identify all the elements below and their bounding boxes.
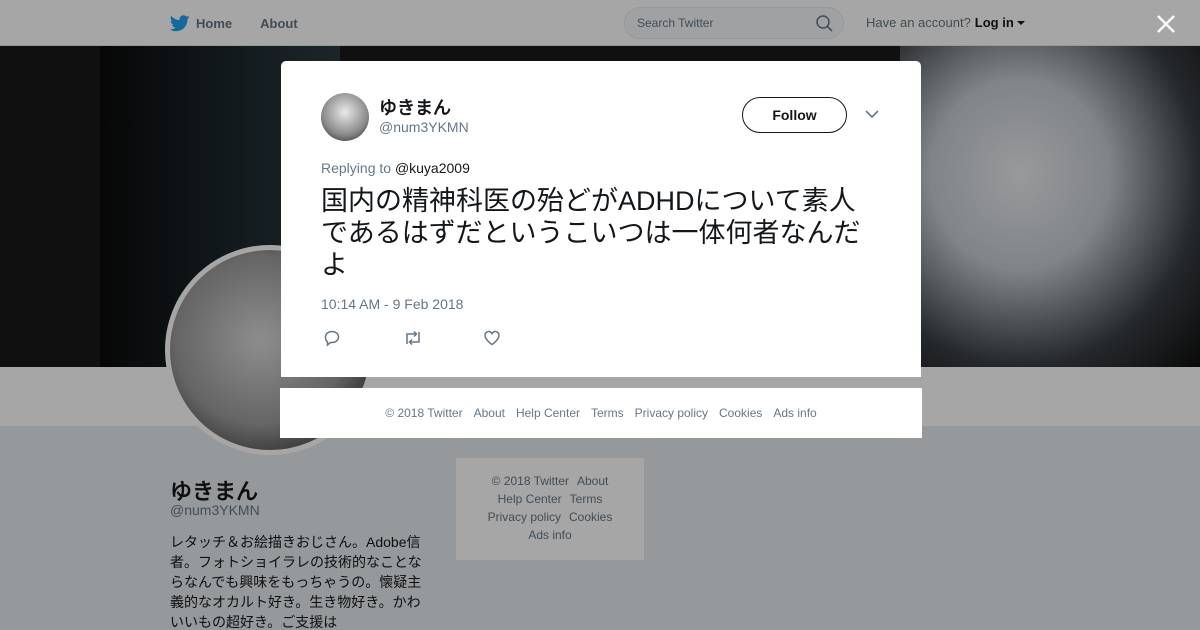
tweet-text: 国内の精神科医の殆どがADHDについて素人であるはずだというこいつは一体何者なん…	[321, 186, 861, 280]
reply-icon[interactable]	[323, 329, 341, 347]
tweet-author-name[interactable]: ゆきまん	[379, 94, 451, 120]
replying-to: Replying to @kuya2009	[321, 160, 470, 176]
chevron-down-icon[interactable]	[865, 109, 879, 119]
heart-icon[interactable]	[483, 329, 501, 347]
like-action[interactable]	[483, 329, 563, 352]
retweet-icon[interactable]	[403, 329, 423, 347]
footer-about[interactable]: About	[474, 406, 505, 420]
replying-to-mention[interactable]: @kuya2009	[395, 160, 470, 176]
tweet-avatar[interactable]	[321, 93, 369, 141]
tweet-author-handle[interactable]: @num3YKMN	[379, 119, 469, 135]
modal-footer: © 2018 Twitter About Help Center Terms P…	[280, 388, 922, 438]
footer-privacy[interactable]: Privacy policy	[635, 406, 708, 420]
reply-action[interactable]	[323, 329, 403, 352]
replying-to-label: Replying to	[321, 160, 392, 176]
follow-button[interactable]: Follow	[742, 97, 847, 133]
close-icon[interactable]	[1154, 12, 1178, 36]
tweet-timestamp[interactable]: 10:14 AM - 9 Feb 2018	[321, 296, 463, 312]
retweet-action[interactable]	[403, 329, 483, 352]
footer-terms[interactable]: Terms	[591, 406, 624, 420]
footer-cookies[interactable]: Cookies	[719, 406, 762, 420]
footer-copyright: © 2018 Twitter	[385, 406, 463, 420]
footer-help-center[interactable]: Help Center	[516, 406, 580, 420]
footer-ads-info[interactable]: Ads info	[773, 406, 816, 420]
tweet-modal: ゆきまん @num3YKMN Follow Replying to @kuya2…	[281, 61, 921, 377]
tweet-actions	[323, 329, 563, 352]
